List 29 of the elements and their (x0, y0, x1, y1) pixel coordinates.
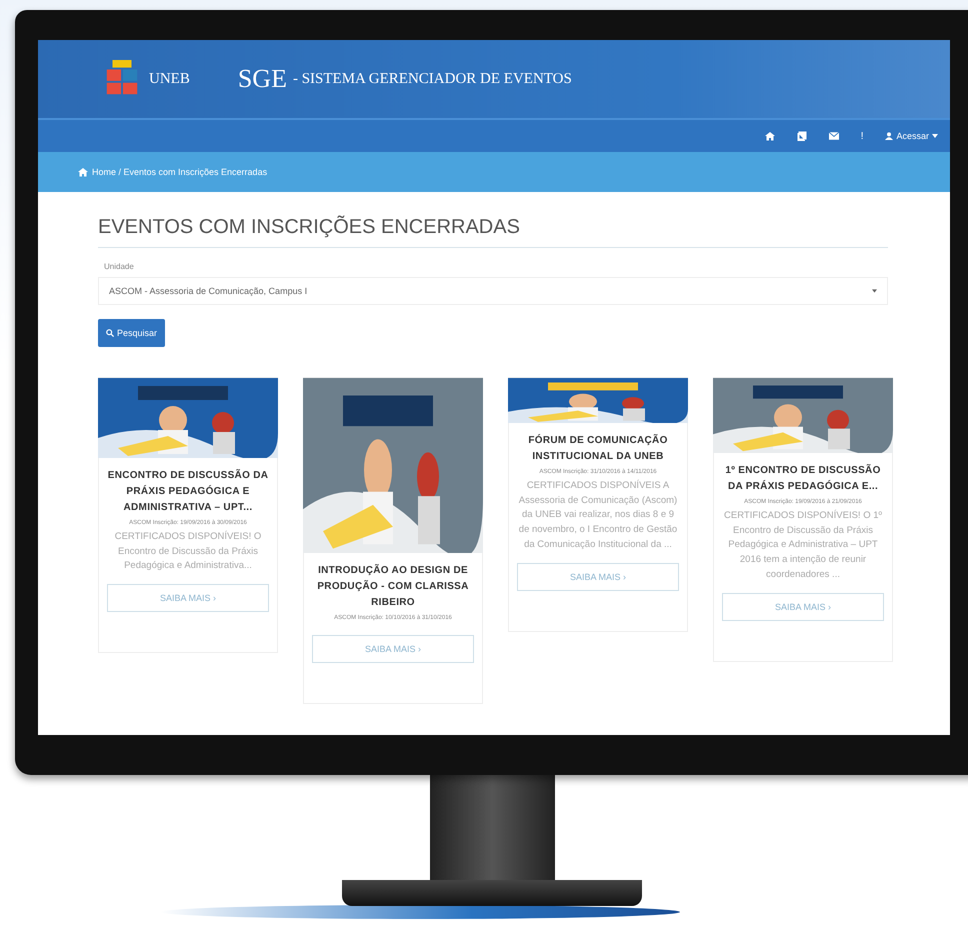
event-title: 1º ENCONTRO DE DISCUSSÃO DA PRÁXIS PEDAGÓGICA E... (724, 463, 882, 494)
mail-icon[interactable] (828, 131, 839, 141)
event-title: FÓRUM DE COMUNICAÇÃO INSTITUCIONAL DA UNEB (527, 433, 669, 464)
read-more-button[interactable]: SAIBA MAIS › (517, 562, 679, 591)
home-icon[interactable] (764, 131, 775, 141)
search-button[interactable]: Pesquisar (98, 319, 166, 347)
event-title: INTRODUÇÃO AO DESIGN DE PRODUÇÃO - COM CLARISSA RIBEIRO (316, 563, 470, 610)
site-subtitle: - SISTEMA GERENCIADOR DE EVENTOS (292, 70, 572, 88)
caret-icon (932, 134, 938, 138)
event-description: CERTIFICADOS DISPONÍVEIS! O Encontro de Discussão da Práxis Pedagógica e Administrativa... (114, 530, 262, 574)
event-description: CERTIFICADOS DISPONÍVEIS A Assessoria de Comunicação (Ascom) da UNEB vai realizar, nos dias 8 e 9 de novembro, o I Encontro de Gestão da Comunicação Institucional da ... (518, 479, 678, 552)
logo-text: UNEB (149, 70, 190, 88)
page-title: EVENTOS COM INSCRIÇÕES ENCERRADAS (98, 216, 888, 248)
breadcrumb[interactable]: Home / Eventos com Inscrições Encerradas (92, 167, 268, 177)
event-description: CERTIFICADOS DISPONÍVEIS! O 1º Encontro de Discussão da Práxis Pedagógica e Administrativa – UPT 2016 tem a intenção de reunir coordenadores ... (723, 509, 883, 582)
read-more-button[interactable]: SAIBA MAIS › (312, 635, 474, 663)
event-title: ENCONTRO DE DISCUSSÃO DA PRÁXIS PEDAGÓGICA E ADMINISTRATIVA – UPT... (106, 468, 270, 515)
read-more-button[interactable]: SAIBA MAIS › (107, 584, 269, 612)
nav-link[interactable]: ! (860, 130, 864, 142)
site-title: SGE (238, 64, 287, 94)
unit-select[interactable]: ASCOM - Assessoria de Comunicação, Campus I (98, 277, 888, 305)
field-label: Unidade (104, 262, 135, 271)
search-icon (106, 329, 114, 337)
book-icon[interactable] (796, 131, 807, 141)
account-menu[interactable]: Acessar (885, 131, 938, 141)
read-more-button[interactable]: SAIBA MAIS › (722, 592, 884, 621)
caret-icon (872, 289, 877, 293)
user-icon (885, 132, 894, 140)
home-icon (78, 167, 88, 177)
